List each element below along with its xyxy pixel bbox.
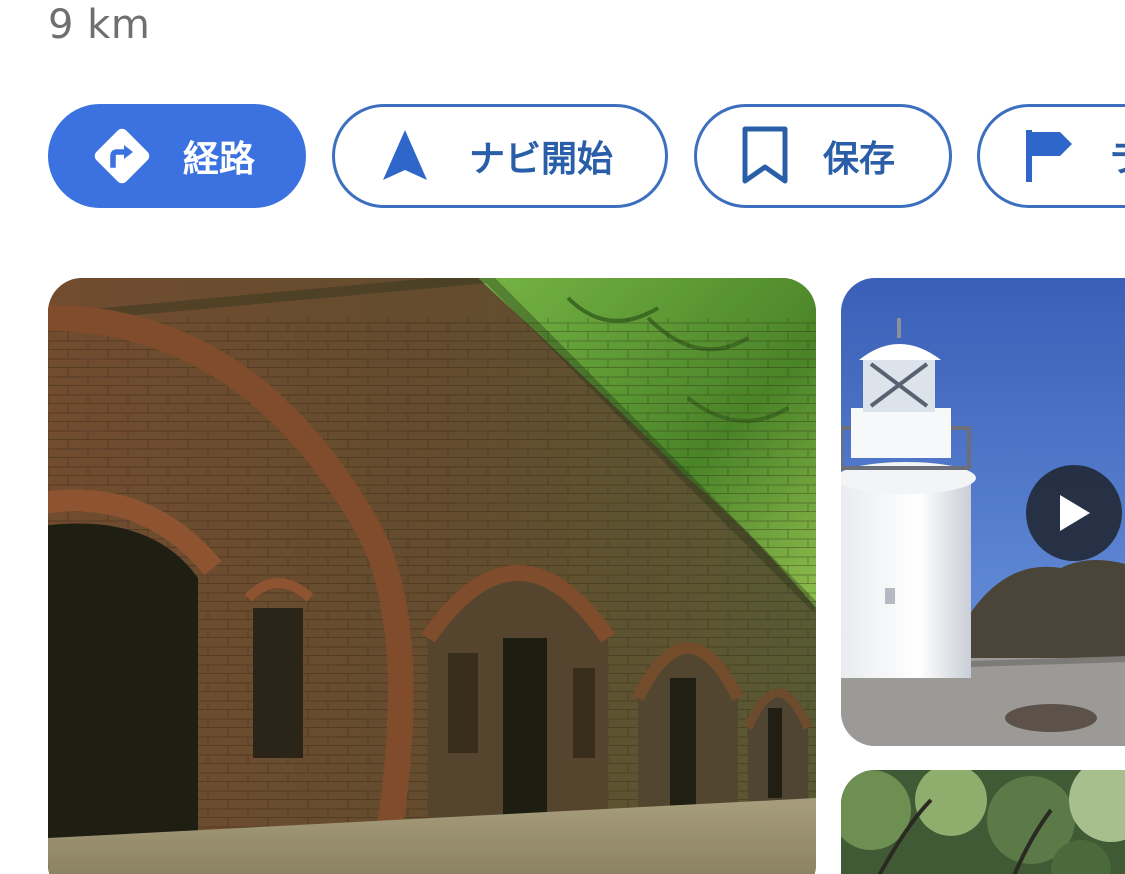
flag-icon xyxy=(1020,126,1080,186)
forest-photo[interactable] xyxy=(841,770,1125,874)
save-button[interactable]: 保存 xyxy=(694,104,952,208)
lighthouse-video-thumbnail[interactable] xyxy=(841,278,1125,746)
place-details-panel: 9 km 経路 ナビ開始 保存 xyxy=(0,0,1125,874)
bookmark-icon xyxy=(739,125,791,187)
directions-icon xyxy=(91,125,153,187)
directions-label: 経路 xyxy=(183,139,256,180)
action-chip-row[interactable]: 経路 ナビ開始 保存 xyxy=(48,104,1125,212)
play-video-button[interactable] xyxy=(1026,465,1122,561)
start-navigation-label: ナビ開始 xyxy=(469,139,614,180)
start-navigation-button[interactable]: ナビ開始 xyxy=(332,104,668,208)
distance-label: 9 km xyxy=(48,2,151,48)
play-icon xyxy=(1060,495,1090,531)
navigation-arrow-icon xyxy=(379,128,431,184)
directions-button[interactable]: 経路 xyxy=(48,104,306,208)
brick-arch-fortress-photo[interactable] xyxy=(48,278,816,874)
save-label: 保存 xyxy=(823,139,896,180)
label-label: ラ xyxy=(1108,130,1125,182)
label-button[interactable]: ラ xyxy=(977,104,1125,208)
